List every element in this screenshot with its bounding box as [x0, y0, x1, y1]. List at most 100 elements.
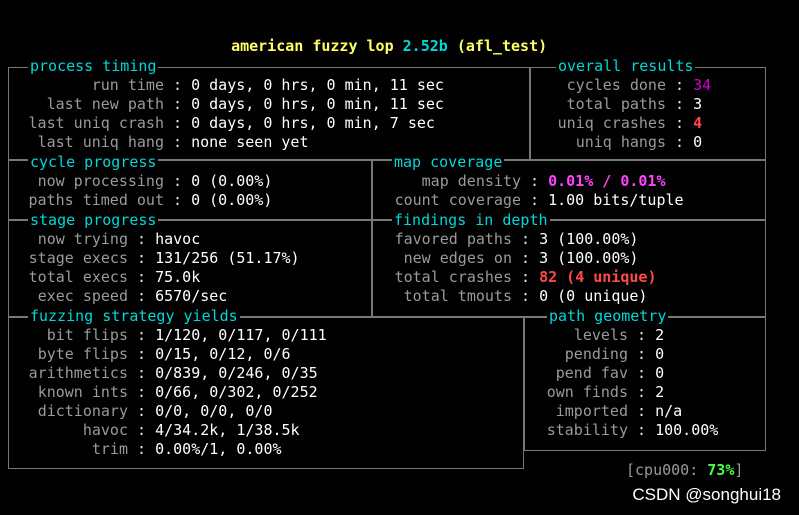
row-count-coverage: count coverage : 1.00 bits/tuple	[386, 191, 684, 210]
row-stage-execs: stage execs : 131/256 (51.17%)	[20, 249, 300, 268]
row-value: 6570/sec	[155, 287, 228, 305]
row-last-uniq-crash: last uniq crash : 0 days, 0 hrs, 0 min, …	[20, 114, 435, 133]
row-value: 0 days, 0 hrs, 0 min, 11 sec	[191, 76, 444, 94]
header-overall-results: overall results	[556, 57, 696, 76]
row-total-crashes: total crashes : 82 (4 unique)	[386, 268, 657, 287]
row-uniq-crashes: uniq crashes : 4	[540, 114, 703, 133]
row-value: 0/15, 0/12, 0/6	[155, 345, 291, 363]
row-last-uniq-hang: last uniq hang : none seen yet	[20, 133, 309, 152]
row-value: 0 days, 0 hrs, 0 min, 7 sec	[191, 114, 435, 132]
row-value: 3 (100.00%)	[539, 230, 639, 248]
app-version: 2.52b	[402, 37, 448, 55]
header-findings: findings in depth	[392, 211, 550, 230]
row-label: last uniq crash	[28, 114, 164, 132]
row-byte-flips: byte flips : 0/15, 0/12, 0/6	[20, 345, 291, 364]
row-value: 0	[693, 133, 703, 151]
row-label: run time	[91, 76, 164, 94]
row-value: 0.00%/1, 0.00%	[155, 440, 282, 458]
watermark: CSDN @songhui18	[632, 485, 781, 504]
row-value: 0/66, 0/302, 0/252	[155, 383, 318, 401]
header-strategy: fuzzing strategy yields	[28, 307, 240, 326]
row-label: trim	[91, 440, 128, 458]
target-name: (afl_test)	[456, 37, 548, 55]
row-havoc: havoc : 4/34.2k, 1/38.5k	[20, 421, 300, 440]
window-title: american fuzzy lop 2.52b (afl_test)	[213, 18, 547, 55]
row-levels: levels : 2	[538, 326, 664, 345]
row-label: paths timed out	[28, 191, 164, 209]
row-now-trying: now trying : havoc	[20, 230, 201, 249]
row-uniq-hangs: uniq hangs : 0	[540, 133, 702, 152]
row-value: 3	[693, 95, 703, 113]
row-label: dictionary	[37, 402, 128, 420]
row-value: 2	[655, 383, 665, 401]
header-stage-progress: stage progress	[28, 211, 159, 230]
row-value: 34	[693, 76, 712, 94]
row-map-density: map density : 0.01% / 0.01%	[386, 172, 666, 191]
row-value: 1/120, 0/117, 0/111	[155, 326, 327, 344]
row-label: total paths	[566, 95, 666, 113]
row-value: 0 (0 unique)	[539, 287, 648, 305]
row-label: count coverage	[394, 191, 521, 209]
row-value: n/a	[655, 402, 683, 420]
row-dictionary: dictionary : 0/0, 0/0, 0/0	[20, 402, 273, 421]
row-exec-speed: exec speed : 6570/sec	[20, 287, 228, 306]
row-value: 2	[655, 326, 665, 344]
row-label: arithmetics	[28, 364, 128, 382]
row-label: pending	[564, 345, 628, 363]
row-label: last uniq hang	[37, 133, 164, 151]
row-now-processing: now processing : 0 (0.00%)	[20, 172, 273, 191]
row-value: 4/34.2k, 1/38.5k	[155, 421, 300, 439]
row-favored-paths: favored paths : 3 (100.00%)	[386, 230, 639, 249]
row-label: own finds	[546, 383, 628, 401]
row-value: 0	[655, 345, 665, 363]
row-last-new-path: last new path : 0 days, 0 hrs, 0 min, 11…	[20, 95, 444, 114]
row-label: havoc	[82, 421, 128, 439]
row-value: 4	[693, 114, 703, 132]
row-total-execs: total execs : 75.0k	[20, 268, 201, 287]
app-name: american fuzzy lop	[231, 37, 394, 55]
row-value: 0/0, 0/0, 0/0	[155, 402, 273, 420]
row-pending: pending : 0	[538, 345, 664, 364]
row-bit-flips: bit flips : 1/120, 0/117, 0/111	[20, 326, 327, 345]
row-value: 82 (4 unique)	[539, 268, 657, 286]
header-map-coverage: map coverage	[392, 153, 505, 172]
row-value: 100.00%	[655, 421, 719, 439]
row-paths-timed-out: paths timed out : 0 (0.00%)	[20, 191, 273, 210]
cpu-value: 73%	[707, 461, 735, 479]
row-label: now processing	[37, 172, 164, 190]
row-cycles-done: cycles done : 34	[540, 76, 712, 95]
row-value: 0 (0.00%)	[191, 191, 273, 209]
row-arithmetics: arithmetics : 0/839, 0/246, 0/35	[20, 364, 318, 383]
row-label: cycles done	[566, 76, 666, 94]
header-cycle-progress: cycle progress	[28, 153, 159, 172]
row-label: uniq crashes	[557, 114, 666, 132]
row-value: havoc	[155, 230, 201, 248]
row-imported: imported : n/a	[538, 402, 682, 421]
row-label: stage execs	[28, 249, 128, 267]
row-label: levels	[573, 326, 628, 344]
row-label: new edges on	[403, 249, 512, 267]
row-value: 131/256 (51.17%)	[155, 249, 300, 267]
row-value: 0 days, 0 hrs, 0 min, 11 sec	[191, 95, 444, 113]
cpu-label: cpu000:	[635, 461, 699, 479]
row-label: now trying	[37, 230, 128, 248]
row-known-ints: known ints : 0/66, 0/302, 0/252	[20, 383, 318, 402]
row-new-edges-on: new edges on : 3 (100.00%)	[386, 249, 639, 268]
row-trim: trim : 0.00%/1, 0.00%	[20, 440, 282, 459]
row-label: total crashes	[394, 268, 512, 286]
row-label: favored paths	[394, 230, 512, 248]
header-path-geometry: path geometry	[547, 307, 669, 326]
row-pend-fav: pend fav : 0	[538, 364, 664, 383]
row-value: none seen yet	[191, 133, 309, 151]
row-run-time: run time : 0 days, 0 hrs, 0 min, 11 sec	[20, 76, 444, 95]
cpu-indicator: [cpu000: 73%]	[626, 461, 744, 479]
row-label: pend fav	[555, 364, 628, 382]
row-label: imported	[555, 402, 628, 420]
row-value: 1.00 bits/tuple	[548, 191, 684, 209]
row-own-finds: own finds : 2	[538, 383, 664, 402]
row-label: total tmouts	[403, 287, 512, 305]
row-value: 0 (0.00%)	[191, 172, 273, 190]
row-label: known ints	[37, 383, 128, 401]
header-process-timing: process timing	[28, 57, 159, 76]
row-label: stability	[546, 421, 628, 439]
